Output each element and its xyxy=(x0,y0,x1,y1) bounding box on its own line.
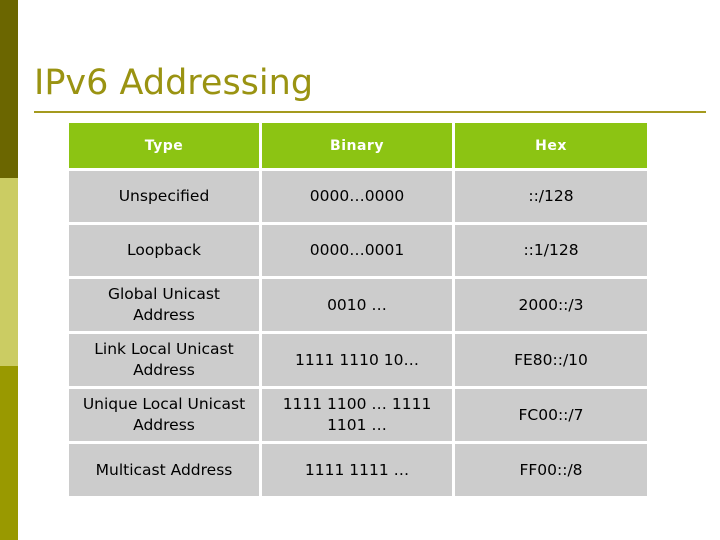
table-row: Unspecified 0000…0000 ::/128 xyxy=(69,171,647,222)
page-title: IPv6 Addressing xyxy=(34,63,314,103)
sidebar-band-middle xyxy=(0,178,18,366)
cell-hex: FC00::/7 xyxy=(455,389,647,441)
cell-type: Unspecified xyxy=(69,171,259,222)
table-row: Multicast Address 1111 1111 … FF00::/8 xyxy=(69,444,647,496)
cell-hex: ::1/128 xyxy=(455,225,647,276)
cell-type: Link Local Unicast Address xyxy=(69,334,259,386)
cell-binary: 1111 1111 … xyxy=(262,444,452,496)
cell-hex: FE80::/10 xyxy=(455,334,647,386)
column-header-hex: Hex xyxy=(455,123,647,168)
cell-type: Global Unicast Address xyxy=(69,279,259,331)
cell-type: Loopback xyxy=(69,225,259,276)
cell-hex: FF00::/8 xyxy=(455,444,647,496)
cell-hex: ::/128 xyxy=(455,171,647,222)
title-divider xyxy=(34,111,706,113)
sidebar-band-top xyxy=(0,0,18,178)
cell-binary: 0010 … xyxy=(262,279,452,331)
decorative-sidebar xyxy=(0,0,18,540)
ipv6-address-table: Type Binary Hex Unspecified 0000…0000 ::… xyxy=(66,120,650,499)
table-row: Loopback 0000…0001 ::1/128 xyxy=(69,225,647,276)
table-row: Link Local Unicast Address 1111 1110 10…… xyxy=(69,334,647,386)
table-row: Unique Local Unicast Address 1111 1100 …… xyxy=(69,389,647,441)
cell-type: Multicast Address xyxy=(69,444,259,496)
column-header-type: Type xyxy=(69,123,259,168)
sidebar-band-bottom xyxy=(0,366,18,540)
cell-type: Unique Local Unicast Address xyxy=(69,389,259,441)
cell-binary: 0000…0000 xyxy=(262,171,452,222)
column-header-binary: Binary xyxy=(262,123,452,168)
cell-binary: 1111 1110 10… xyxy=(262,334,452,386)
slide-body: IPv6 Addressing Type Binary Hex Unspecif… xyxy=(18,0,720,540)
cell-binary: 0000…0001 xyxy=(262,225,452,276)
table-header-row: Type Binary Hex xyxy=(69,123,647,168)
table-row: Global Unicast Address 0010 … 2000::/3 xyxy=(69,279,647,331)
cell-hex: 2000::/3 xyxy=(455,279,647,331)
cell-binary: 1111 1100 … 1111 1101 … xyxy=(262,389,452,441)
